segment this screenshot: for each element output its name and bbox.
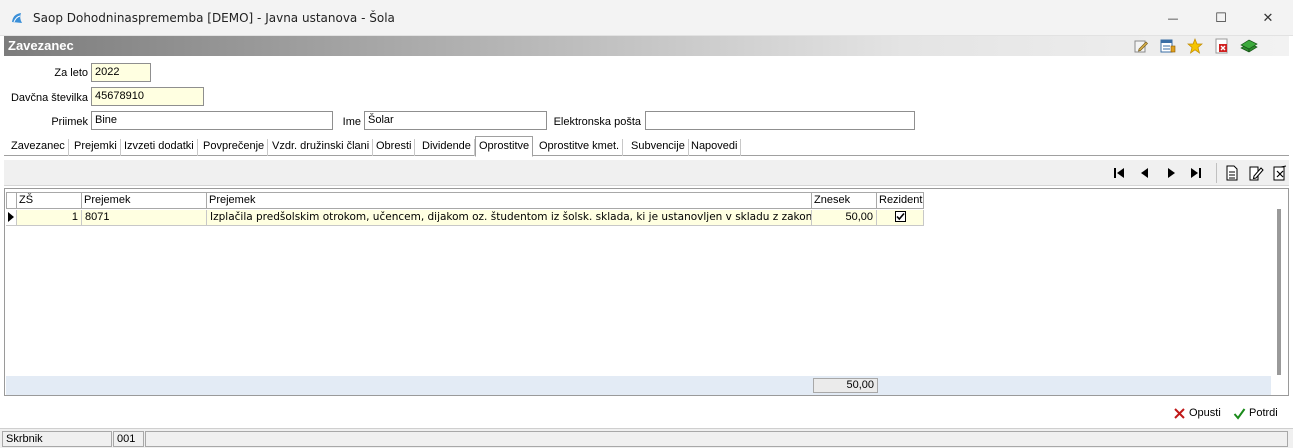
list-settings-icon xyxy=(1160,39,1176,53)
current-row-arrow-icon xyxy=(8,212,14,222)
confirm-button[interactable]: Potrdi xyxy=(1233,404,1278,422)
tab-oprostitve[interactable]: Oprostitve xyxy=(475,136,534,157)
prev-record-icon xyxy=(1141,168,1148,178)
tab-napovedi[interactable]: Napovedi xyxy=(688,139,742,156)
tab-oprostitve-kmet[interactable]: Oprostitve kmet. xyxy=(536,139,624,156)
favorite-star-icon xyxy=(1187,38,1203,54)
cancel-label: Opusti xyxy=(1189,407,1221,419)
tab-dividende[interactable]: Dividende xyxy=(419,139,475,156)
year-label: Za leto xyxy=(54,67,88,79)
minimize-icon: — xyxy=(1167,11,1179,25)
list-settings-button[interactable] xyxy=(1159,37,1177,55)
column-header-zs[interactable]: ZŠ xyxy=(16,192,82,209)
znesek-total: 50,00 xyxy=(813,378,878,393)
tab-izvzeti-dodatki[interactable]: Izvzeti dodatki xyxy=(121,139,198,156)
confirm-check-icon xyxy=(1233,407,1246,420)
table-cell-zs[interactable]: 1 xyxy=(17,210,82,226)
email-field[interactable] xyxy=(645,111,915,130)
surname-field[interactable]: Bine xyxy=(91,111,333,130)
tab-obresti[interactable]: Obresti xyxy=(373,139,416,156)
window-title: Saop Dohodninasprememba [DEMO] - Javna u… xyxy=(33,11,395,25)
tab-vzdr-druzinski-clani[interactable]: Vzdr. družinski člani xyxy=(269,139,374,156)
maximize-button[interactable]: ☐ xyxy=(1198,4,1244,32)
edit-document-icon xyxy=(1249,166,1264,181)
tab-prejemki[interactable]: Prejemki xyxy=(71,139,121,156)
edit-button[interactable] xyxy=(1132,37,1150,55)
email-label: Elektronska pošta xyxy=(553,116,641,128)
tab-subvencije[interactable]: Subvencije xyxy=(628,139,689,156)
column-header-rezident[interactable]: Rezident xyxy=(876,192,924,209)
window-titlebar: Saop Dohodninasprememba [DEMO] - Javna u… xyxy=(0,0,1293,36)
table-cell-prejemek-desc[interactable]: Izplačila predšolskim otrokom, učencem, … xyxy=(207,210,812,226)
next-record-button[interactable] xyxy=(1162,164,1180,182)
row-indicator xyxy=(6,210,17,226)
last-record-icon xyxy=(1191,168,1201,178)
app-logo-icon xyxy=(12,13,22,23)
status-code: 001 xyxy=(113,431,144,447)
pdf-close-icon xyxy=(1215,38,1228,54)
last-record-button[interactable] xyxy=(1187,164,1205,182)
table-cell-znesek[interactable]: 50,00 xyxy=(812,210,877,226)
status-bar: Skrbnik 001 xyxy=(0,428,1293,448)
exit-button[interactable] xyxy=(1240,37,1258,55)
name-label: Ime xyxy=(342,116,361,128)
prev-record-button[interactable] xyxy=(1136,164,1154,182)
column-header-prejemek-code[interactable]: Prejemek xyxy=(81,192,207,209)
favorite-button[interactable] xyxy=(1186,37,1204,55)
rezident-checkbox-icon[interactable] xyxy=(895,211,906,222)
status-message xyxy=(145,431,1288,447)
vertical-scrollbar[interactable] xyxy=(1277,209,1281,375)
cancel-button[interactable]: Opusti xyxy=(1173,404,1221,422)
grid-totals-row: 50,00 xyxy=(6,376,1271,395)
confirm-label: Potrdi xyxy=(1249,407,1278,419)
form-title: Zavezanec xyxy=(8,38,74,53)
tax-number-field[interactable]: 45678910 xyxy=(91,87,204,106)
column-header-prejemek-desc[interactable]: Prejemek xyxy=(206,192,812,209)
delete-document-icon xyxy=(1273,165,1287,181)
column-header-znesek[interactable]: Znesek xyxy=(811,192,877,209)
tab-povprecenje[interactable]: Povprečenje xyxy=(200,139,269,156)
name-field[interactable]: Šolar xyxy=(364,111,547,130)
form-header: Zavezanec xyxy=(4,36,1289,56)
record-navigator xyxy=(4,160,1289,186)
toolbar-divider xyxy=(1216,163,1217,183)
books-exit-icon xyxy=(1240,39,1258,53)
new-record-button[interactable] xyxy=(1223,164,1241,182)
delete-record-button[interactable] xyxy=(1271,164,1289,182)
status-user: Skrbnik xyxy=(2,431,112,447)
next-record-icon xyxy=(1168,168,1175,178)
edit-icon xyxy=(1134,40,1148,53)
minimize-button[interactable]: — xyxy=(1150,4,1196,32)
close-icon: ✕ xyxy=(1262,10,1274,26)
table-cell-rezident[interactable] xyxy=(877,210,924,226)
close-window-button[interactable]: ✕ xyxy=(1245,4,1291,32)
surname-label: Priimek xyxy=(51,116,88,128)
cancel-x-icon xyxy=(1174,407,1185,419)
oprostitve-grid[interactable]: ZŠ Prejemek Prejemek Znesek Rezident 1 8… xyxy=(4,188,1289,396)
first-record-button[interactable] xyxy=(1110,164,1128,182)
pdf-close-button[interactable] xyxy=(1213,37,1231,55)
maximize-icon: ☐ xyxy=(1215,10,1227,26)
new-document-icon xyxy=(1226,165,1238,181)
tax-number-label: Davčna številka xyxy=(10,92,88,104)
year-field[interactable]: 2022 xyxy=(91,63,151,82)
table-cell-prejemek-code[interactable]: 8071 xyxy=(82,210,207,226)
tab-zavezanec[interactable]: Zavezanec xyxy=(8,139,69,156)
tab-strip: Zavezanec Prejemki Izvzeti dodatki Povpr… xyxy=(4,136,1289,157)
first-record-icon xyxy=(1114,168,1124,178)
edit-record-button[interactable] xyxy=(1247,164,1265,182)
